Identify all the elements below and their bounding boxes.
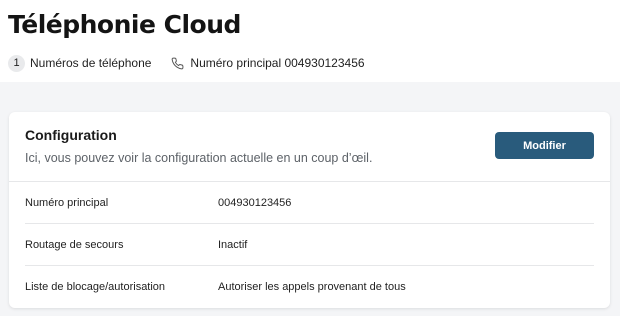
configuration-title: Configuration	[25, 127, 117, 143]
page-header: Téléphonie Cloud 1 Numéros de téléphone …	[0, 0, 620, 82]
row-label: Numéro principal	[25, 196, 109, 209]
config-row-fallback-routing: Routage de secours Inactif	[25, 224, 594, 266]
configuration-card: Configuration Ici, vous pouvez voir la c…	[9, 112, 610, 308]
row-value: 004930123456	[218, 196, 292, 209]
main-number-label: Numéro principal 004930123456	[190, 56, 365, 70]
phone-icon	[171, 57, 184, 70]
config-row-main-number: Numéro principal 004930123456	[25, 182, 594, 224]
header-meta: 1 Numéros de téléphone Numéro principal …	[8, 53, 385, 73]
row-value: Autoriser les appels provenant de tous	[218, 281, 406, 293]
edit-button[interactable]: Modifier	[495, 132, 594, 159]
phone-numbers-count-badge: 1	[8, 54, 25, 72]
row-label: Liste de blocage/autorisation	[25, 281, 166, 293]
phone-numbers-label: Numéros de téléphone	[30, 56, 152, 70]
row-value: Inactif	[218, 238, 248, 251]
config-row-block-allow-list: Liste de blocage/autorisation Autoriser …	[25, 266, 594, 308]
configuration-subtitle: Ici, vous pouvez voir la configuration a…	[25, 151, 373, 165]
row-label: Routage de secours	[25, 238, 124, 251]
page-title: Téléphonie Cloud	[8, 10, 241, 39]
